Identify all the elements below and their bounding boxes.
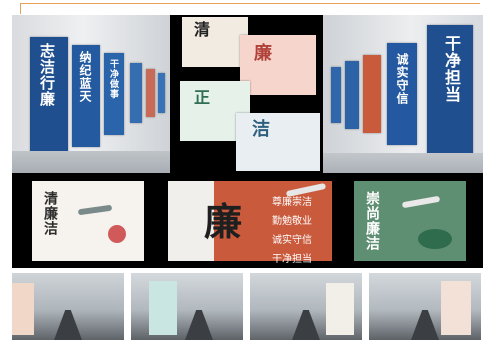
poster-lian-title: 廉 (251, 43, 272, 62)
corridor-poster-far-1 (331, 67, 341, 123)
poster-title: 清廉洁 (42, 191, 58, 236)
walkway-poster-right (326, 283, 354, 335)
poster-qing: 清 (182, 17, 248, 67)
corridor-photo-bottom-4 (369, 273, 481, 340)
poster-title: 崇尚廉洁 (364, 191, 380, 251)
frame-left-tick (20, 3, 21, 14)
motto-line-2: 勤勉敬业 (272, 216, 312, 227)
poster-text: 纳纪蓝天 (78, 51, 92, 103)
poster-text: 干净担当 (442, 35, 461, 103)
corridor-floor (323, 153, 483, 173)
poster-qing-title: 清 (191, 21, 210, 38)
corridor-poster-far-3 (158, 73, 165, 113)
poster-text: 志洁行廉 (38, 43, 56, 107)
motto-line-4: 干净担当 (272, 254, 312, 265)
walkway-poster-left (12, 283, 34, 335)
corridor-poster-blue-medium: 诚实守信 (387, 43, 417, 145)
corridor-poster-blue-large: 干净担当 (427, 25, 473, 157)
walkway-track (411, 310, 439, 340)
walkway-poster-left (149, 281, 177, 335)
corridor-photo-top-left: 志洁行廉 纳纪蓝天 干净做事 (12, 15, 170, 173)
corridor-photo-top-right: 诚实守信 干净担当 (323, 15, 483, 173)
corridor-photo-bottom-2 (131, 273, 243, 340)
poster-grid: 清 廉 正 洁 (170, 15, 323, 173)
corridor-poster-far-2 (345, 61, 359, 129)
poster-big-char: 廉 (204, 199, 243, 244)
poster-white-lotus: 清廉洁 (32, 181, 144, 261)
bird-icon (401, 195, 441, 209)
poster-photo-middle-left: 清廉洁 (12, 173, 162, 268)
lotus-leaf-icon (418, 229, 452, 249)
poster-lian: 廉 (240, 35, 316, 95)
poster-photo-middle-center: 廉 尊廉崇洁 勤勉敬业 诚实守信 干净担当 (162, 173, 338, 268)
poster-photo-middle-right: 崇尚廉洁 (338, 173, 483, 268)
poster-red-lian: 廉 尊廉崇洁 勤勉敬业 诚实守信 干净担当 (168, 181, 332, 265)
motto-line-3: 诚实守信 (272, 235, 312, 246)
corridor-photo-bottom-1 (12, 273, 124, 340)
corridor-poster-blue-small: 干净做事 (104, 53, 124, 135)
walkway-poster-right (441, 281, 471, 335)
poster-green: 崇尚廉洁 (354, 181, 466, 261)
lotus-icon (108, 225, 126, 243)
bird-icon (77, 204, 113, 216)
corridor-poster-blue-large: 志洁行廉 (30, 37, 68, 155)
poster-text: 干净做事 (108, 59, 118, 99)
poster-text: 诚实守信 (395, 53, 409, 105)
poster-jie: 洁 (236, 113, 320, 171)
poster-jie-title: 洁 (249, 119, 270, 138)
corridor-photo-bottom-3 (250, 273, 362, 340)
frame-top-line (20, 3, 480, 4)
corridor-poster-blue-medium: 纳纪蓝天 (72, 45, 100, 147)
walkway-track (292, 310, 320, 340)
corridor-poster-far-1 (130, 63, 142, 123)
corridor-poster-red (363, 55, 381, 133)
corridor-floor (12, 151, 170, 173)
poster-motto-lines: 尊廉崇洁 勤勉敬业 诚实守信 干净担当 (272, 193, 312, 265)
corridor-poster-far-2 (146, 69, 155, 117)
poster-zheng-title: 正 (191, 89, 210, 106)
walkway-track (54, 310, 82, 340)
walkway-track (185, 310, 213, 340)
